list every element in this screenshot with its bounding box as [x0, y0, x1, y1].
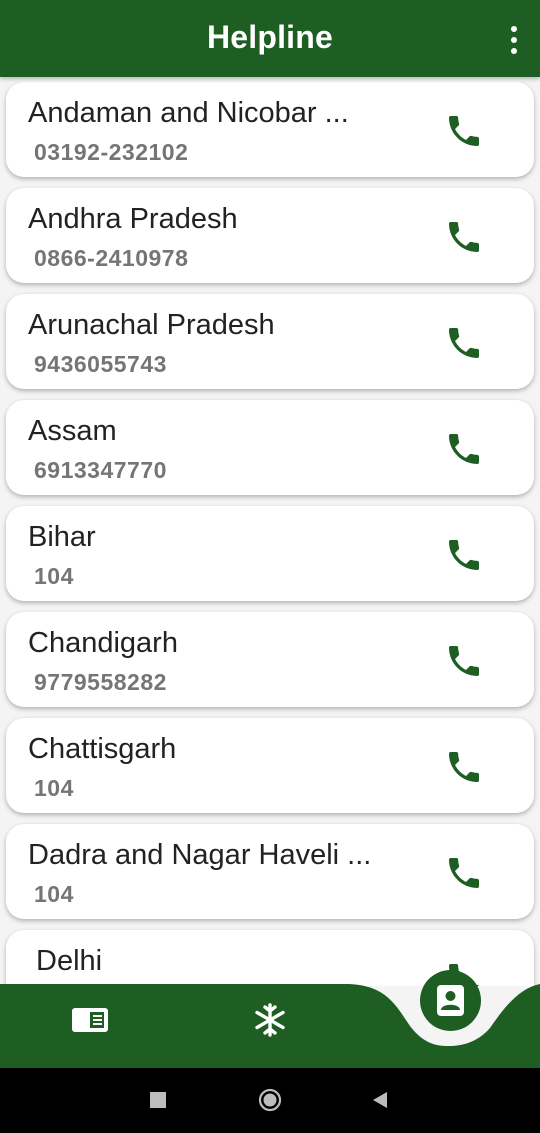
state-name: Assam: [28, 415, 117, 447]
helpline-number: 9779558282: [34, 669, 167, 695]
phone-call-icon[interactable]: [444, 217, 484, 257]
helpline-card[interactable]: Chattisgarh 104: [6, 718, 534, 813]
page-title: Helpline: [206, 19, 334, 55]
phone-call-icon[interactable]: [444, 641, 484, 681]
phone-call-icon[interactable]: [444, 535, 484, 575]
state-name: Chattisgarh: [28, 733, 177, 765]
nav-virus-info[interactable]: [252, 1002, 288, 1038]
helpline-number: 104: [34, 563, 74, 589]
state-name: Arunachal Pradesh: [28, 309, 275, 341]
state-name: Andaman and Nicobar ...: [28, 97, 349, 129]
recents-square-icon[interactable]: [150, 1092, 166, 1108]
helpline-number: 104: [34, 881, 74, 907]
phone-call-icon[interactable]: [444, 111, 484, 151]
helpline-number: 104: [34, 775, 74, 801]
state-name: Chandigarh: [28, 627, 178, 659]
helpline-number: 0866-2410978: [34, 245, 189, 271]
nav-helpline-active[interactable]: [420, 970, 481, 1031]
home-circle-icon[interactable]: [258, 1088, 282, 1112]
helpline-list[interactable]: Andaman and Nicobar ... 03192-232102 And…: [0, 82, 540, 986]
helpline-card[interactable]: Bihar 104: [6, 506, 534, 601]
more-vert-icon[interactable]: [506, 26, 522, 54]
helpline-card[interactable]: Arunachal Pradesh 9436055743: [6, 294, 534, 389]
virus-icon: [255, 1003, 285, 1037]
helpline-card[interactable]: Dadra and Nagar Haveli ... 104: [6, 824, 534, 919]
helpline-card[interactable]: Chandigarh 9779558282: [6, 612, 534, 707]
top-app-bar: Helpline: [0, 0, 540, 77]
state-name: Andhra Pradesh: [28, 203, 238, 235]
helpline-number: 03192-232102: [34, 139, 189, 165]
back-triangle-icon[interactable]: [370, 1090, 390, 1110]
nav-news[interactable]: [71, 1006, 109, 1034]
helpline-card[interactable]: Andaman and Nicobar ... 03192-232102: [6, 82, 534, 177]
phone-call-icon[interactable]: [444, 429, 484, 469]
phone-call-icon[interactable]: [444, 853, 484, 893]
helpline-number: 6913347770: [34, 457, 167, 483]
news-icon: [72, 1008, 108, 1032]
phone-call-icon[interactable]: [444, 323, 484, 363]
contact-card-icon: [437, 985, 464, 1016]
state-name: Delhi: [36, 945, 103, 977]
state-name: Bihar: [28, 521, 96, 553]
helpline-card[interactable]: Assam 6913347770: [6, 400, 534, 495]
phone-call-icon[interactable]: [444, 747, 484, 787]
helpline-number: 9436055743: [34, 351, 167, 377]
system-nav-bar: [0, 1068, 540, 1133]
app-root: Helpline Andaman and Nicobar ... 03192-2…: [0, 0, 540, 1133]
state-name: Dadra and Nagar Haveli ...: [28, 839, 372, 871]
helpline-card[interactable]: Andhra Pradesh 0866-2410978: [6, 188, 534, 283]
